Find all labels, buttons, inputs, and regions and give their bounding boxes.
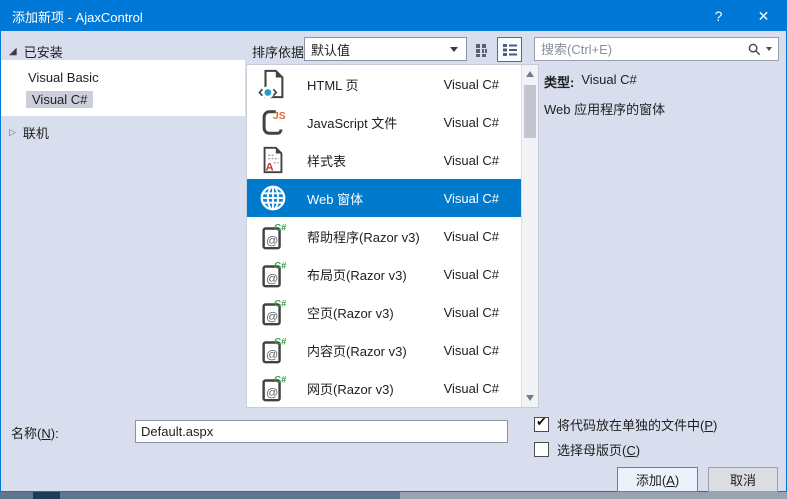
type-value: Visual C# xyxy=(581,72,637,87)
template-list-item[interactable]: Web 窗体 Visual C# xyxy=(247,179,521,217)
template-language: Visual C# xyxy=(443,380,499,396)
checkbox-label: 选择母版页(C) xyxy=(557,443,641,458)
name-input[interactable] xyxy=(135,420,508,443)
template-description: Web 应用程序的窗体 xyxy=(544,102,666,117)
js-file-icon xyxy=(258,107,288,137)
template-name: 网页(Razor v3) xyxy=(307,381,394,397)
checkbox[interactable]: ✔ xyxy=(534,414,549,432)
sidebar-group-installed[interactable]: ◢ 已安装 xyxy=(9,42,63,61)
razor-page-icon xyxy=(258,297,288,327)
dialog-title: 添加新项 - AjaxControl xyxy=(12,9,143,25)
template-language: Visual C# xyxy=(443,342,499,358)
template-list-item[interactable]: HTML 页 Visual C# xyxy=(247,65,521,103)
template-list-item[interactable]: 布局页(Razor v3) Visual C# xyxy=(247,255,521,293)
cancel-button-label: 取消 xyxy=(729,473,756,488)
template-language: Visual C# xyxy=(443,114,499,130)
scrollbar-thumb[interactable] xyxy=(524,85,536,138)
razor-page-icon xyxy=(258,335,288,365)
help-icon[interactable]: ? xyxy=(696,1,741,31)
search-icon[interactable] xyxy=(748,43,761,56)
razor-page-icon xyxy=(258,373,288,403)
sidebar-group-label: 联机 xyxy=(22,126,49,141)
sort-by-label: 排序依据: xyxy=(252,45,308,60)
template-list-item[interactable]: 网页(Razor v3) Visual C# xyxy=(247,369,521,407)
checkbox-row[interactable]: 选择母版页(C) xyxy=(534,441,717,458)
web-form-icon xyxy=(258,183,288,213)
razor-page-icon xyxy=(258,259,288,289)
template-name: 样式表 xyxy=(307,153,347,169)
small-icons-view-button[interactable] xyxy=(470,38,494,62)
close-icon[interactable]: ✕ xyxy=(741,1,786,31)
template-language: Visual C# xyxy=(443,190,499,206)
background-window-sliver-dark xyxy=(33,492,60,499)
search-box[interactable] xyxy=(534,37,779,61)
checkbox[interactable] xyxy=(534,442,549,457)
search-options-chevron-icon[interactable] xyxy=(766,47,772,51)
checkbox-label: 将代码放在单独的文件中(P) xyxy=(557,418,718,433)
vertical-scrollbar[interactable] xyxy=(521,65,538,407)
template-list-item[interactable]: JavaScript 文件 Visual C# xyxy=(247,103,521,141)
template-name: 空页(Razor v3) xyxy=(307,305,394,321)
template-list: HTML 页 Visual C# JavaScript 文件 Visual C#… xyxy=(247,65,521,407)
template-language: Visual C# xyxy=(443,266,499,282)
template-language: Visual C# xyxy=(443,152,499,168)
sidebar-item-visual-basic[interactable]: Visual Basic xyxy=(28,70,99,85)
name-label: 名称(N): xyxy=(11,426,59,441)
list-view-button[interactable] xyxy=(497,37,522,62)
scroll-down-icon[interactable] xyxy=(526,395,534,401)
template-type-row: 类型: Visual C# xyxy=(544,72,637,91)
template-name: 内容页(Razor v3) xyxy=(307,343,407,359)
template-list-item[interactable]: 内容页(Razor v3) Visual C# xyxy=(247,331,521,369)
list-view-icon xyxy=(502,44,517,56)
template-name: Web 窗体 xyxy=(307,191,364,207)
cancel-button[interactable]: 取消 xyxy=(708,467,778,492)
small-icons-grid-icon xyxy=(475,43,487,57)
type-label: 类型: xyxy=(544,75,575,90)
scroll-up-icon[interactable] xyxy=(526,71,534,77)
html-page-icon xyxy=(258,69,288,99)
template-list-panel: HTML 页 Visual C# JavaScript 文件 Visual C#… xyxy=(246,64,539,408)
sort-dropdown-value: 默认值 xyxy=(311,42,351,58)
sidebar-group-label: 已安装 xyxy=(23,45,63,60)
template-language: Visual C# xyxy=(443,304,499,320)
chevron-down-icon xyxy=(450,47,458,52)
razor-page-icon xyxy=(258,221,288,251)
add-button-label: 添加(A) xyxy=(635,473,680,488)
template-name: JavaScript 文件 xyxy=(307,115,398,131)
search-input[interactable] xyxy=(541,41,748,57)
template-language: Visual C# xyxy=(443,76,499,92)
background-window-sliver xyxy=(0,492,400,499)
titlebar[interactable]: 添加新项 - AjaxControl ? ✕ xyxy=(1,1,786,31)
template-name: HTML 页 xyxy=(307,77,359,93)
collapsed-triangle-icon: ▷ xyxy=(9,127,16,137)
checkmark-icon: ✔ xyxy=(536,414,547,429)
template-list-item[interactable]: 样式表 Visual C# xyxy=(247,141,521,179)
footer-checkboxes: ✔ 将代码放在单独的文件中(P) 选择母版页(C) xyxy=(534,414,718,466)
expanded-triangle-icon: ◢ xyxy=(9,45,17,57)
add-button[interactable]: 添加(A) xyxy=(617,467,698,492)
stylesheet-icon xyxy=(258,145,288,175)
sort-dropdown[interactable]: 默认值 xyxy=(304,37,467,61)
template-list-item[interactable]: 空页(Razor v3) Visual C# xyxy=(247,293,521,331)
checkbox-row[interactable]: ✔ 将代码放在单独的文件中(P) xyxy=(534,414,718,433)
template-name: 帮助程序(Razor v3) xyxy=(307,229,420,245)
add-new-item-dialog: 添加新项 - AjaxControl ? ✕ ◢ 已安装 Visual Basi… xyxy=(0,0,787,492)
sidebar-installed-children: Visual Basic Visual C# xyxy=(1,60,245,116)
template-language: Visual C# xyxy=(443,228,499,244)
template-name: 布局页(Razor v3) xyxy=(307,267,407,283)
sidebar-item-visual-csharp[interactable]: Visual C# xyxy=(26,91,94,108)
template-list-item[interactable]: 帮助程序(Razor v3) Visual C# xyxy=(247,217,521,255)
sidebar-group-online[interactable]: ▷ 联机 xyxy=(9,123,49,142)
